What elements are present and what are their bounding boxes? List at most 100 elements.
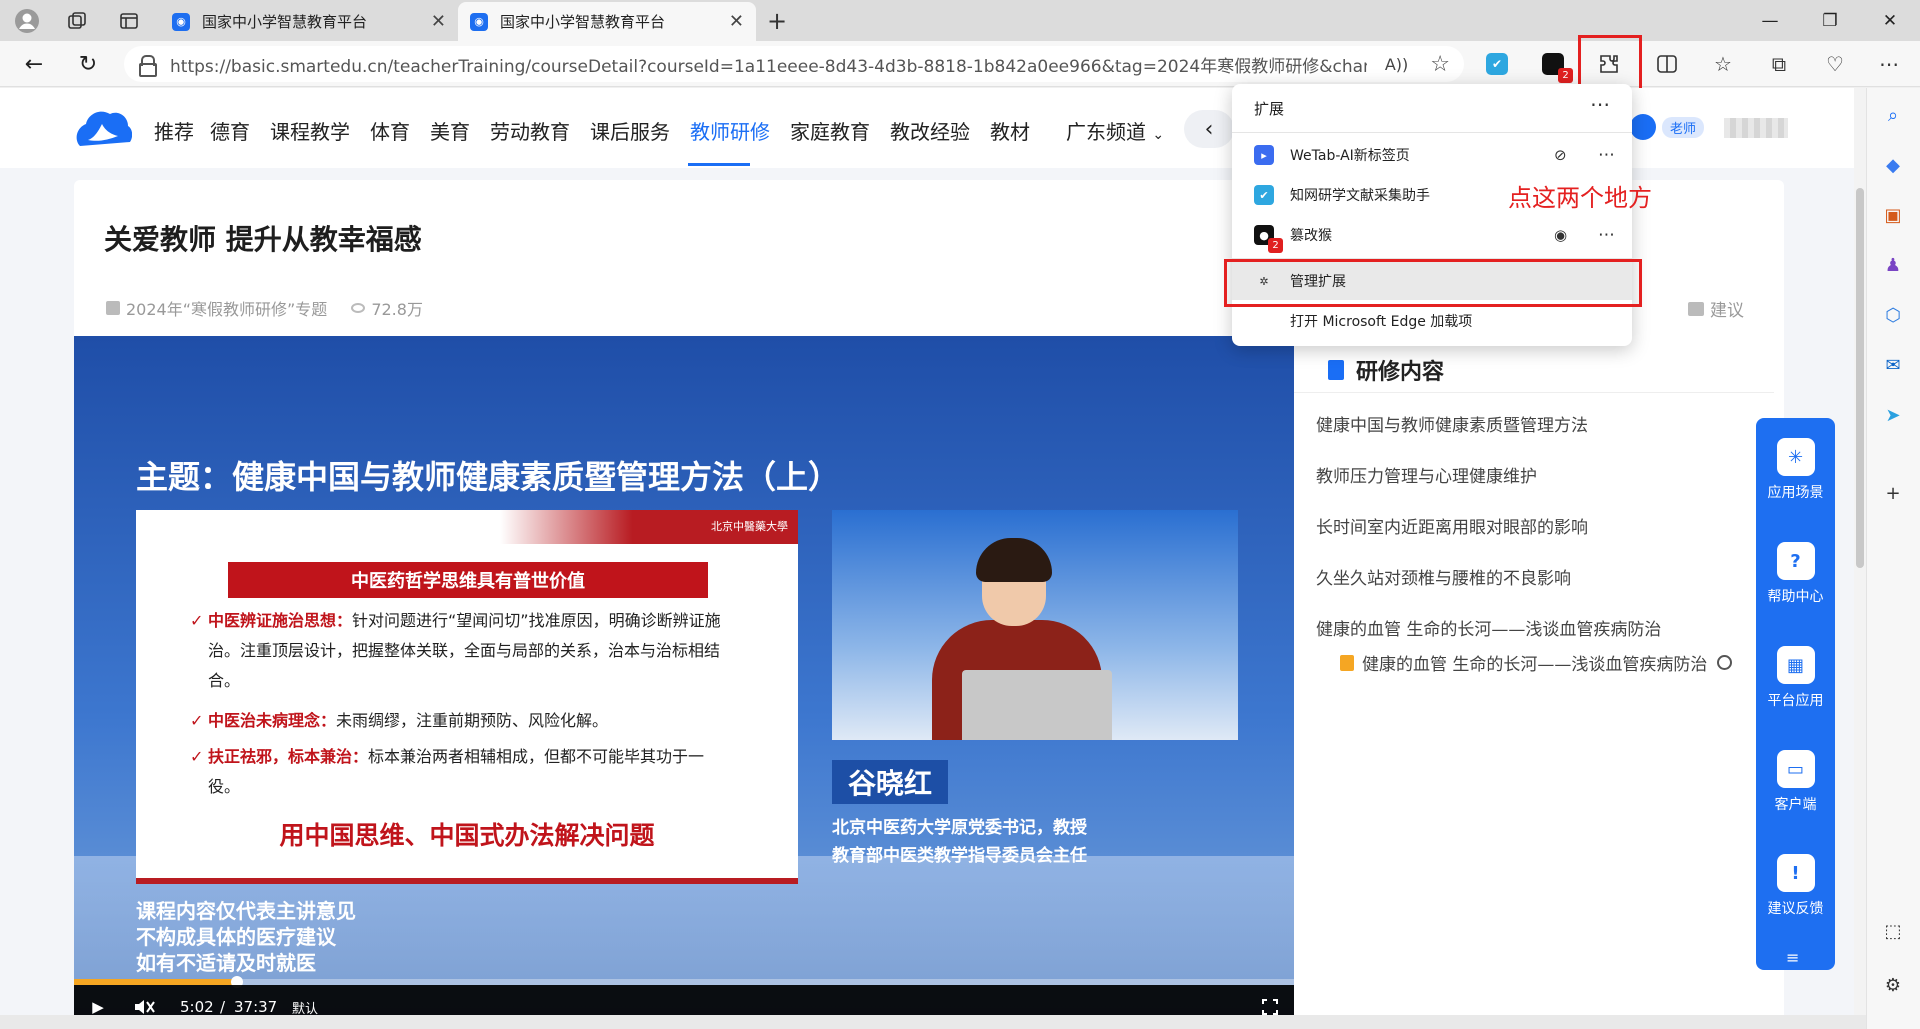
course-content-panel: 研修内容 健康中国与教师健康素质暨管理方法 教师压力管理与心理健康维护 长时间室… (1294, 336, 1784, 1029)
slide-item: ✓ 中医辨证施治思想：针对问题进行“望闻问切”找准原因，明确诊断辨证施治。注重顶… (190, 606, 728, 696)
suggest-link[interactable]: 建议 (1688, 296, 1744, 321)
workspaces-icon[interactable] (62, 6, 92, 36)
outlook-icon[interactable]: ✉ (1880, 352, 1906, 378)
tampermonkey-icon[interactable]: 2 (1536, 48, 1573, 83)
read-aloud-icon[interactable]: A)) (1385, 55, 1408, 74)
content-heading-label: 研修内容 (1356, 360, 1445, 385)
suggest-icon (1688, 301, 1704, 316)
close-window-icon[interactable]: ✕ (1860, 0, 1920, 41)
new-tab-icon[interactable]: + (762, 6, 792, 36)
extension-more-icon[interactable]: ⋯ (1598, 225, 1615, 245)
topic-tag[interactable]: 2024年“寒假教师研修”专题 (126, 296, 327, 320)
tools-icon[interactable]: ▣ (1880, 202, 1906, 228)
profile-icon[interactable] (12, 6, 42, 36)
shopping-tag-icon[interactable]: ◆ (1880, 152, 1906, 178)
favorite-star-icon[interactable]: ☆ (1430, 52, 1450, 77)
scrollbar-thumb[interactable] (1856, 188, 1864, 568)
more-icon[interactable]: ⋯ (1872, 48, 1906, 80)
sublesson-item[interactable]: 健康的血管 生命的长河——浅谈血管疾病防治 (1340, 650, 1733, 675)
send-icon[interactable]: ➤ (1880, 402, 1906, 428)
open-addons-label: 打开 Microsoft Edge 加载项 (1290, 314, 1473, 330)
screenshot-icon[interactable]: ⬚ (1880, 918, 1906, 944)
tab-title: 国家中小学智慧教育平台 (500, 13, 666, 31)
app-help-center[interactable]: ? 帮助中心 (1756, 542, 1835, 606)
lesson-item[interactable]: 长时间室内近距离用眼对眼部的影响 (1316, 513, 1588, 538)
nav-item-moral[interactable]: 德育 (210, 116, 250, 145)
settings-gear-icon[interactable]: ⚙ (1880, 972, 1906, 998)
nav-item-textbook[interactable]: 教材 (990, 116, 1030, 145)
close-tab-icon[interactable]: ✕ (729, 11, 744, 32)
nav-item-teaching[interactable]: 课程教学 (270, 116, 350, 145)
restore-icon[interactable]: ❐ (1800, 0, 1860, 41)
extension-badge: 2 (1558, 68, 1573, 83)
collections-icon[interactable]: ⧉ (1762, 48, 1796, 80)
menu-icon[interactable]: ≡ (1786, 948, 1799, 967)
speaker-info: 北京中医药大学原党委书记，教授 教育部中医类教学指导委员会主任 (832, 814, 1087, 870)
nav-item-recommend[interactable]: 推荐 (154, 116, 194, 145)
suggest-label: 建议 (1710, 301, 1744, 321)
speaker-name: 谷晓红 (832, 760, 949, 804)
manage-extensions-item[interactable]: ✲ 管理扩展 (1232, 262, 1632, 300)
lesson-item[interactable]: 教师压力管理与心理健康维护 (1316, 462, 1537, 487)
nav-scroll-left-icon[interactable]: ‹ (1184, 110, 1234, 148)
app-platform-apps[interactable]: ▦ 平台应用 (1756, 646, 1835, 710)
tab-actions-icon[interactable] (114, 6, 144, 36)
open-edge-addons-item[interactable]: 打开 Microsoft Edge 加载项 (1232, 302, 1632, 340)
games-icon[interactable]: ♟ (1880, 252, 1906, 278)
extension-more-icon[interactable]: ⋯ (1598, 145, 1615, 165)
extensions-icon[interactable] (1592, 48, 1626, 80)
refresh-icon[interactable]: ↻ (72, 48, 104, 80)
nav-item-arts[interactable]: 美育 (430, 116, 470, 145)
smartedu-logo-icon[interactable] (74, 106, 132, 150)
add-icon[interactable]: + (1880, 480, 1906, 506)
nav-item-labor[interactable]: 劳动教育 (490, 116, 570, 145)
eye-icon[interactable]: ◉ (1554, 226, 1567, 244)
nav-item-pe[interactable]: 体育 (370, 116, 410, 145)
tab-2[interactable]: ◉ 国家中小学智慧教育平台 ✕ (458, 2, 756, 41)
video-topic: 主题：健康中国与教师健康素质暨管理方法（上） (136, 458, 841, 496)
split-screen-icon[interactable] (1650, 48, 1684, 80)
nav-item-after-school[interactable]: 课后服务 (590, 116, 670, 145)
wetab-icon[interactable]: ✔ (1480, 48, 1514, 80)
close-tab-icon[interactable]: ✕ (431, 11, 446, 32)
nav-item-guangdong[interactable]: 广东频道 ⌄ (1066, 116, 1164, 145)
extension-name: WeTab-AI新标签页 (1290, 148, 1410, 164)
search-icon[interactable]: ⌕ (1880, 102, 1906, 128)
lesson-item[interactable]: 久坐久站对颈椎与腰椎的不良影响 (1316, 564, 1571, 589)
chevron-down-icon: ⌄ (1152, 127, 1165, 143)
extension-wetab[interactable]: ▸ WeTab-AI新标签页 ⊘ ⋯ (1232, 136, 1632, 174)
minimize-icon[interactable]: — (1740, 0, 1800, 41)
progress-circle-icon (1717, 655, 1733, 670)
nav-item-teacher-training[interactable]: 教师研修 (690, 116, 770, 145)
role-tag: 老师 (1662, 117, 1705, 138)
lesson-item[interactable]: 健康中国与教师健康素质暨管理方法 (1316, 411, 1588, 436)
slide-university: 北京中醫藥大學 (711, 520, 788, 533)
user-name-redacted[interactable] (1724, 118, 1788, 138)
user-avatar-icon[interactable] (1630, 114, 1656, 140)
tab-1[interactable]: ◉ 国家中小学智慧教育平台 ✕ (160, 2, 458, 41)
back-icon[interactable]: ← (18, 48, 50, 80)
app-label: 客户端 (1774, 797, 1817, 813)
slide-item-text: 未雨绸缪，注重前期预防、风险化解。 (336, 711, 609, 730)
favorites-icon[interactable]: ☆ (1706, 48, 1740, 80)
nav-item-reform[interactable]: 教改经验 (890, 116, 970, 145)
lesson-item[interactable]: 健康的血管 生命的长河——浅谈血管疾病防治 (1316, 615, 1661, 640)
more-options-icon[interactable]: ⋯ (1590, 92, 1610, 116)
page-scrollbar[interactable] (1854, 88, 1866, 1029)
app-client[interactable]: ▭ 客户端 (1756, 750, 1835, 814)
nav-item-family[interactable]: 家庭教育 (790, 116, 870, 145)
lock-icon[interactable] (138, 54, 157, 77)
browser-essentials-icon[interactable]: ♡ (1818, 48, 1852, 80)
extension-name: 知网研学文献采集助手 (1290, 188, 1430, 204)
app-feedback[interactable]: ! 建议反馈 (1756, 854, 1835, 918)
wetab-icon: ▸ (1254, 145, 1274, 165)
hidden-eye-icon[interactable]: ⊘ (1554, 146, 1567, 164)
extension-tampermonkey[interactable]: ● 2 篡改猴 ◉ ⋯ (1232, 216, 1632, 254)
video-player[interactable]: 主题：健康中国与教师健康素质暨管理方法（上） 北京中醫藥大學 中医药哲学思维具有… (74, 336, 1294, 1029)
url-text[interactable]: https://basic.smartedu.cn/teacherTrainin… (170, 52, 1367, 77)
app-scenarios[interactable]: ✳ 应用场景 (1756, 438, 1835, 502)
address-bar[interactable]: https://basic.smartedu.cn/teacherTrainin… (124, 46, 1464, 82)
slide-item-key: 扶正祛邪，标本兼治： (208, 747, 369, 766)
laptop (962, 670, 1112, 740)
office-icon[interactable]: ⬡ (1880, 302, 1906, 328)
